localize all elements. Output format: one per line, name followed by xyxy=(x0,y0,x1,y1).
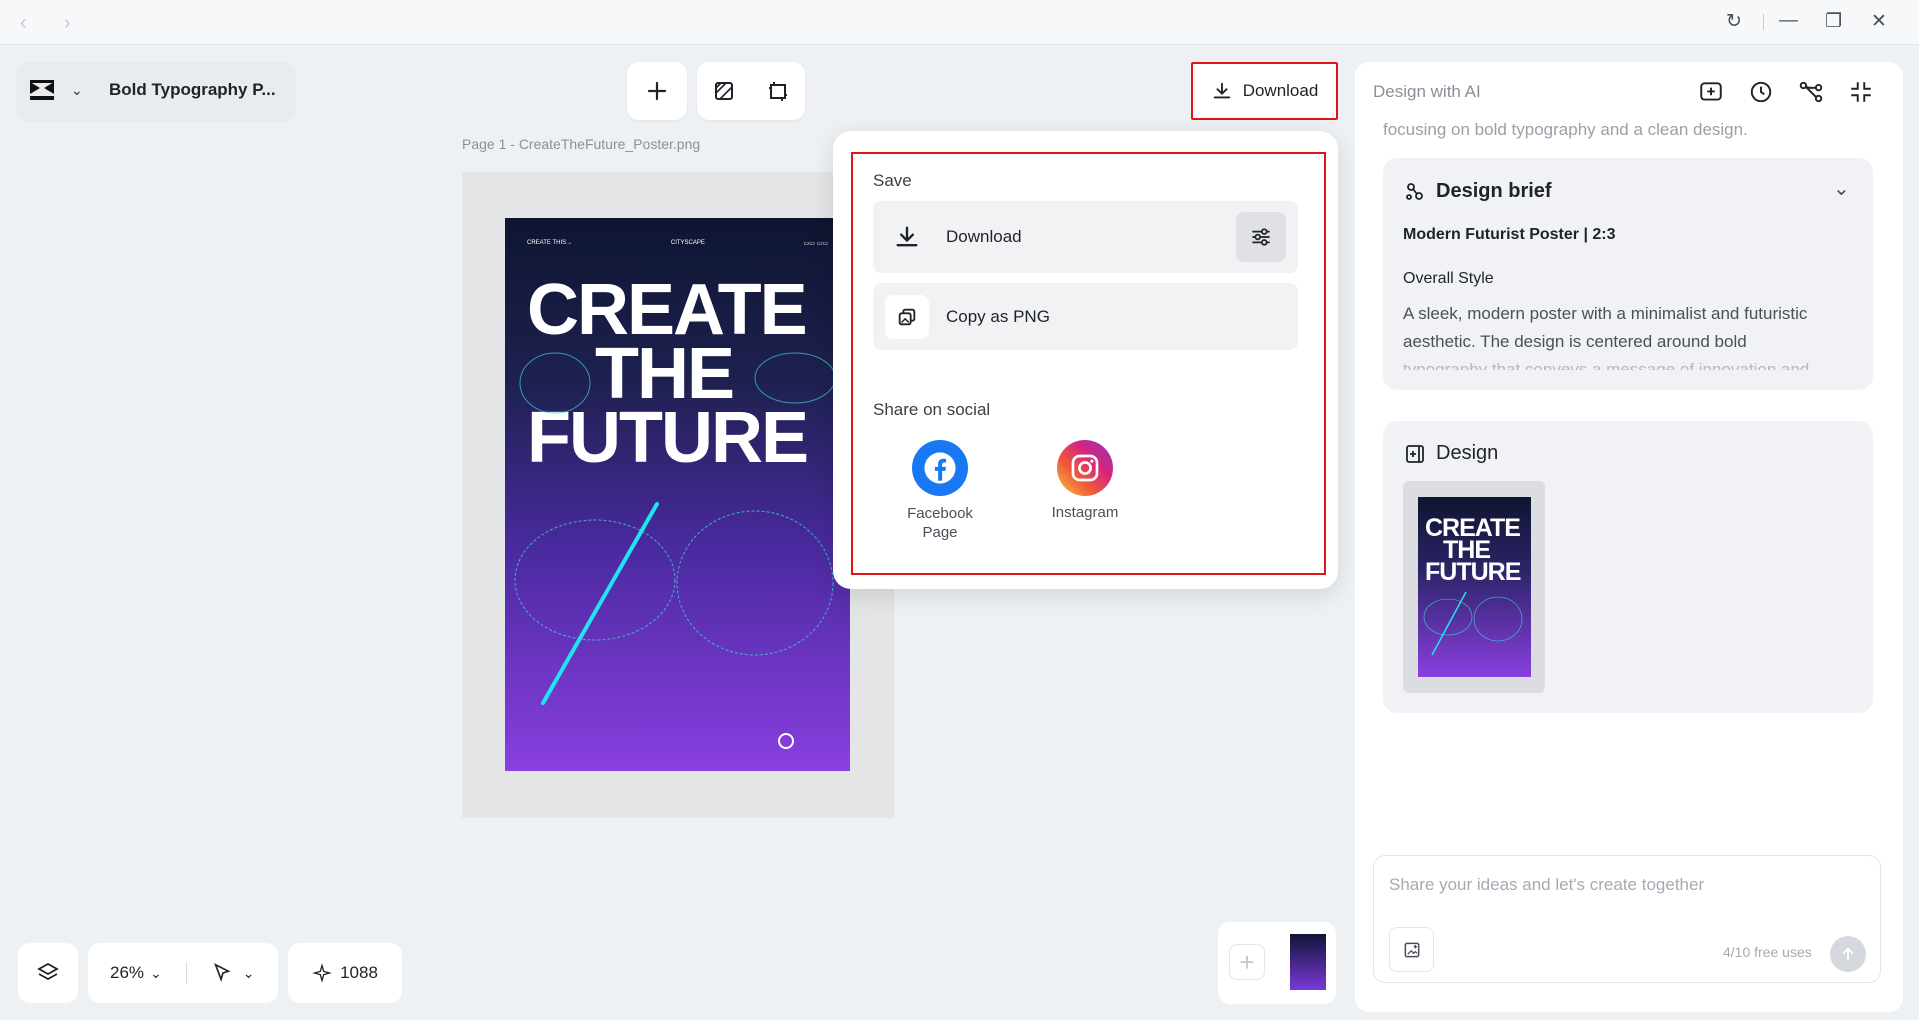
new-chat-icon[interactable] xyxy=(1698,79,1724,105)
zoom-level[interactable]: 26% xyxy=(110,963,144,983)
chevron-down-icon[interactable]: ⌄ xyxy=(71,82,83,99)
chevron-down-icon[interactable]: ⌄ xyxy=(150,965,162,982)
copy-png-label: Copy as PNG xyxy=(946,306,1050,326)
edit-tools-group xyxy=(697,62,805,120)
download-option[interactable]: Download xyxy=(873,201,1298,273)
title-bar: ‹ › ↻ — ❐ ✕ xyxy=(0,0,1919,45)
upload-image-button[interactable] xyxy=(1389,927,1434,972)
ai-panel-title: Design with AI xyxy=(1373,82,1481,101)
sliders-icon xyxy=(1252,228,1270,246)
crop-resize-icon[interactable] xyxy=(766,79,790,103)
credits-count: 1088 xyxy=(340,963,378,982)
instagram-icon xyxy=(1057,440,1113,496)
facebook-icon xyxy=(912,440,968,496)
credits-button[interactable]: 1088 xyxy=(288,943,402,1003)
share-section-label: Share on social xyxy=(873,400,991,419)
save-section-label: Save xyxy=(873,171,912,190)
overall-style-heading: Overall Style xyxy=(1403,270,1494,287)
refresh-icon[interactable]: ↻ xyxy=(1726,10,1742,33)
download-option-label: Download xyxy=(946,227,1022,246)
layers-button[interactable] xyxy=(18,943,78,1003)
add-button[interactable] xyxy=(627,62,687,120)
download-settings-button[interactable] xyxy=(1236,212,1286,262)
poster-graphics xyxy=(514,352,836,749)
chat-message-fade: focusing on bold typography and a clean … xyxy=(1383,120,1748,139)
download-icon xyxy=(1213,82,1230,99)
overall-style-text: A sleek, modern poster with a minimalist… xyxy=(1403,304,1808,351)
forward-icon[interactable]: › xyxy=(64,12,71,35)
close-icon[interactable]: ✕ xyxy=(1871,10,1887,33)
plus-icon xyxy=(647,81,667,101)
share-flow-icon[interactable] xyxy=(1798,79,1824,105)
chevron-down-icon[interactable]: ⌄ xyxy=(243,965,255,982)
download-option-icon-wrap xyxy=(885,215,929,259)
page-label: Page 1 - CreateTheFuture_Poster.png xyxy=(462,136,701,152)
history-icon[interactable] xyxy=(1748,79,1774,105)
collapse-icon[interactable] xyxy=(1848,79,1874,105)
instagram-label: Instagram xyxy=(1051,504,1119,521)
minimize-icon[interactable]: — xyxy=(1779,10,1798,32)
free-uses-counter: 4/10 free uses xyxy=(1723,944,1812,960)
cursor-icon[interactable] xyxy=(211,962,233,984)
page-thumbnail[interactable] xyxy=(1290,934,1326,990)
sparkle-icon xyxy=(312,963,333,983)
arrow-up-icon xyxy=(1842,947,1854,961)
design-thumbnail-image: CREATE THE FUTURE xyxy=(1418,497,1531,677)
design-brief-heading: Design brief xyxy=(1436,180,1552,202)
copy-png-option[interactable]: Copy as PNG xyxy=(873,283,1298,350)
copy-image-icon xyxy=(898,308,916,325)
brief-icon xyxy=(1406,183,1423,200)
design-heading: Design xyxy=(1436,442,1499,464)
add-page-button[interactable]: + xyxy=(1229,944,1265,980)
back-icon[interactable]: ‹ xyxy=(20,12,27,35)
overall-style-text-cut: typography that conveys a message of inn… xyxy=(1403,360,1810,370)
instagram-share[interactable]: Instagram xyxy=(1040,440,1130,521)
prompt-placeholder: Share your ideas and let's create togeth… xyxy=(1389,875,1705,894)
facebook-label: Facebook Page xyxy=(907,505,973,541)
divider xyxy=(185,962,187,984)
download-icon xyxy=(896,226,918,247)
brief-subtitle: Modern Futurist Poster | 2:3 xyxy=(1403,226,1616,243)
background-remove-icon[interactable] xyxy=(712,79,736,103)
divider xyxy=(1763,14,1764,30)
layers-icon xyxy=(37,962,59,981)
send-button[interactable] xyxy=(1830,936,1866,972)
thumb-graphics xyxy=(1423,591,1523,656)
design-add-icon xyxy=(1406,445,1424,463)
chevron-down-icon[interactable]: ⌄ xyxy=(1833,176,1850,201)
copy-option-icon-wrap xyxy=(885,294,929,339)
restore-icon[interactable]: ❐ xyxy=(1825,10,1842,33)
download-button[interactable]: Download xyxy=(1191,62,1338,120)
capcut-logo-icon xyxy=(30,80,54,100)
download-button-label: Download xyxy=(1242,81,1319,100)
zoom-controls: 26% ⌄ ⌄ xyxy=(88,943,278,1003)
image-add-icon xyxy=(1404,942,1419,957)
facebook-share[interactable]: Facebook Page xyxy=(895,440,985,542)
project-title[interactable]: Bold Typography P... xyxy=(109,80,276,100)
poster-image[interactable]: CREATE THIS→ CITYSCAPE ▭▭ ▭▭ CREATE THE … xyxy=(505,218,850,771)
